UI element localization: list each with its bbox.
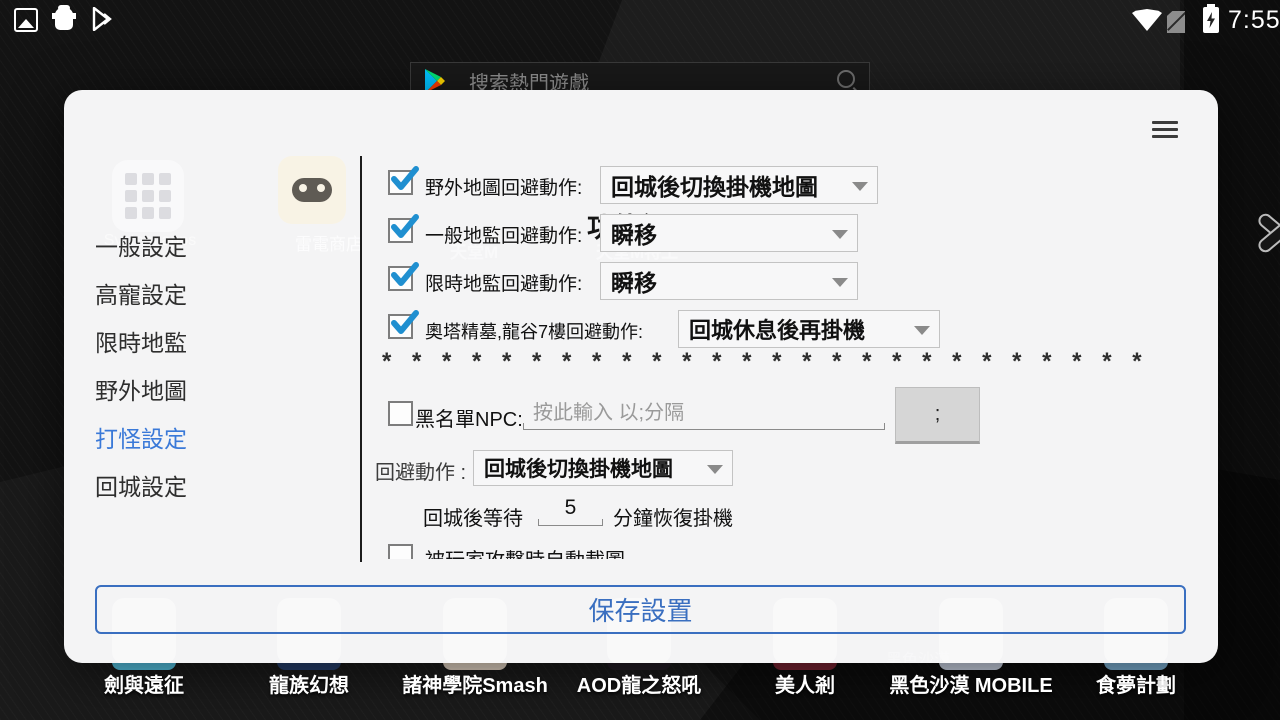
row-label: 奧塔精墓,龍谷7樓回避動作: (425, 318, 643, 344)
semicolon-button[interactable]: ; (895, 387, 980, 444)
sidebar-item-timed-dungeon[interactable]: 限時地監 (95, 324, 355, 358)
row-label: 限時地監回避動作: (425, 269, 582, 296)
row-label: 野外地圖回避動作: (425, 173, 582, 200)
ghost-app-label: 黑色沙漠 (886, 646, 950, 663)
menu-icon[interactable] (1152, 121, 1178, 139)
emulator-sidebar-icon[interactable] (1250, 198, 1280, 268)
checkbox-tomb-avoid[interactable] (388, 314, 413, 339)
sidebar-item-general[interactable]: 一般設定 (95, 228, 355, 262)
checkbox-normal-dungeon-avoid[interactable] (388, 218, 413, 243)
wait-suffix-label: 分鐘恢復掛機 (613, 502, 733, 531)
no-sim-icon (1167, 11, 1185, 33)
checkbox-partial[interactable] (388, 544, 413, 559)
chevron-down-icon (832, 278, 848, 287)
separator-asterisks: * * * * * * * * * * * * * * * * * * * * … (382, 348, 972, 376)
sidebar-item-hunt[interactable]: 打怪設定 (95, 420, 355, 454)
search-icon[interactable] (837, 70, 855, 88)
save-settings-button[interactable]: 保存設置 (95, 585, 1186, 634)
checkbox-timed-dungeon-avoid[interactable] (388, 266, 413, 291)
dropdown-tomb-avoid[interactable]: 回城休息後再掛機 (678, 310, 940, 348)
avoid-action-label: 回避動作 : (375, 456, 466, 485)
settings-dialog: System apps 雷電商店 天堂M 天堂M特工 黑色沙漠 功能設置 一般設… (64, 90, 1218, 663)
partial-row: 被玩家攻擊時自動載圖 (380, 542, 880, 559)
dock-app-food-dream[interactable]: 食夢計劃 (1026, 669, 1246, 698)
clock: 7:55 (1228, 6, 1280, 35)
bug-notification-icon (55, 8, 73, 30)
dropdown-timed-dungeon-avoid[interactable]: 瞬移 (600, 262, 858, 300)
npc-blacklist-input[interactable]: 按此輸入 以;分隔 (523, 396, 885, 430)
sidebar-divider (360, 156, 362, 562)
chevron-down-icon (707, 465, 723, 474)
dropdown-avoid-action[interactable]: 回城後切換掛機地圖 (473, 450, 733, 486)
partial-row-label: 被玩家攻擊時自動載圖 (425, 544, 625, 559)
chevron-down-icon (852, 182, 868, 191)
row-label: 一般地監回避動作: (425, 221, 582, 248)
gallery-notification-icon (14, 8, 38, 32)
play-store-notification-icon (92, 7, 112, 31)
dropdown-normal-dungeon-avoid[interactable]: 瞬移 (600, 214, 858, 252)
dropdown-field-map-avoid[interactable]: 回城後切換掛機地圖 (600, 166, 878, 204)
sidebar-item-return-town[interactable]: 回城設定 (95, 468, 355, 502)
status-bar: 7:55 (0, 0, 1280, 40)
wait-prefix-label: 回城後等待 (423, 502, 523, 531)
wait-minutes-input[interactable]: 5 (538, 496, 603, 526)
npc-row-label: 黑名單NPC: (415, 403, 523, 432)
chevron-down-icon (914, 326, 930, 335)
wifi-icon (1132, 9, 1162, 31)
sidebar-item-pet[interactable]: 高寵設定 (95, 276, 355, 310)
chevron-down-icon (832, 230, 848, 239)
sidebar-item-field-map[interactable]: 野外地圖 (95, 372, 355, 406)
battery-charging-icon (1203, 7, 1219, 33)
checkbox-npc-blacklist[interactable] (388, 401, 413, 426)
checkbox-field-map-avoid[interactable] (388, 170, 413, 195)
